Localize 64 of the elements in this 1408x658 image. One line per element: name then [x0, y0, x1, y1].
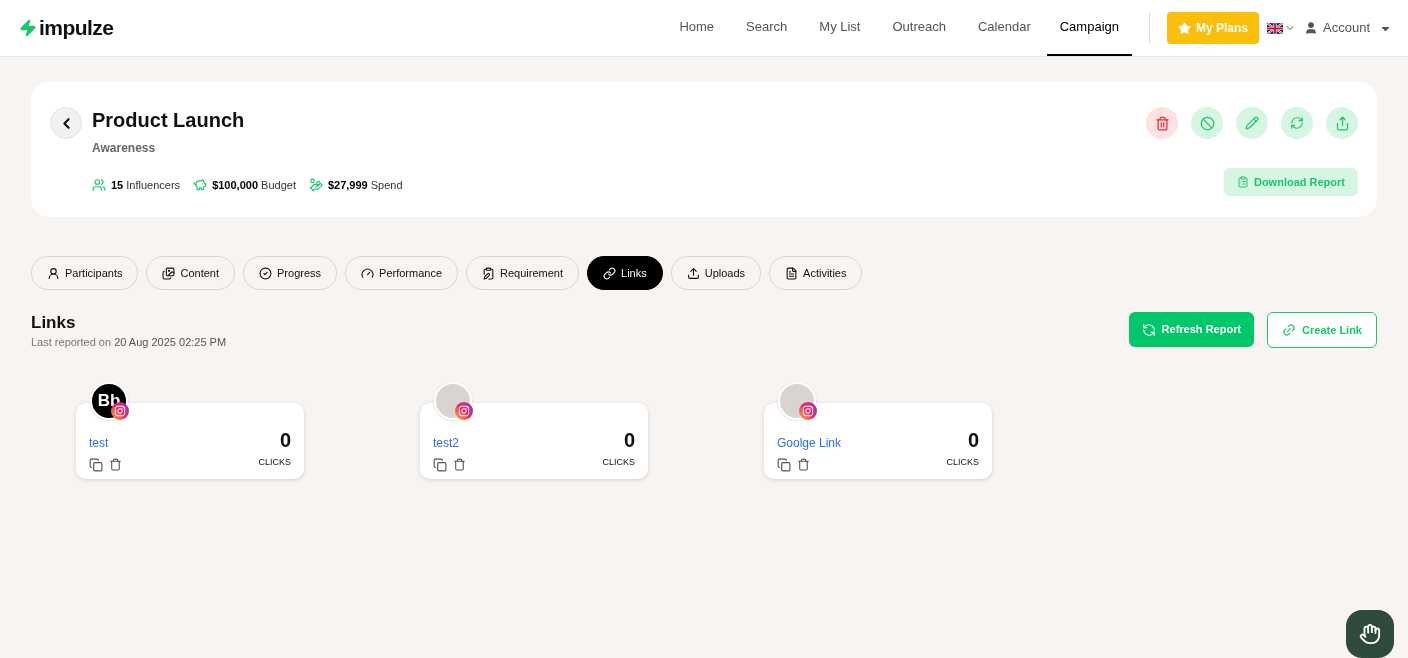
- campaign-stat: $27,999 Spend: [327, 178, 403, 193]
- nav-link[interactable]: Search: [730, 0, 804, 56]
- tab[interactable]: Content: [146, 256, 235, 290]
- copy-icon[interactable]: [433, 457, 447, 472]
- refresh-icon: [1141, 322, 1156, 337]
- gauge-icon: [361, 266, 375, 280]
- share-icon: [1334, 115, 1350, 131]
- trash-icon: [1154, 115, 1170, 131]
- images-icon: [162, 266, 176, 280]
- flag-icon: [1267, 22, 1283, 34]
- star-icon: [1178, 21, 1191, 35]
- tab[interactable]: Uploads: [670, 256, 762, 290]
- check-circle-icon: [259, 266, 272, 280]
- nav-link[interactable]: Home: [663, 0, 731, 56]
- upload-icon: [686, 266, 700, 280]
- user-icon: [1304, 21, 1318, 35]
- tab[interactable]: Activities: [769, 256, 863, 290]
- tab[interactable]: Requirement: [466, 256, 579, 290]
- delete-icon[interactable]: [453, 457, 466, 471]
- nav-link[interactable]: Outreach: [876, 0, 962, 56]
- clicks-label: CLICKS: [602, 455, 635, 469]
- delete-button[interactable]: [1146, 107, 1178, 139]
- sync-icon: [1290, 116, 1304, 130]
- edit-icon: [1245, 116, 1259, 130]
- tab[interactable]: Performance: [345, 256, 459, 290]
- click-count: 0: [279, 427, 291, 452]
- piggy-bank-icon: [193, 178, 208, 193]
- clicks-label: CLICKS: [946, 455, 979, 469]
- account-menu[interactable]: Account: [1304, 18, 1392, 38]
- people-icon: [92, 178, 106, 193]
- campaign-stat: $100,000 Budget: [212, 178, 296, 193]
- document-icon: [785, 266, 799, 280]
- hand-coins-icon: [308, 178, 323, 193]
- last-reported-text: Last reported on 20 Aug 2025 02:25 PM: [31, 335, 227, 350]
- clipboard-icon: [1236, 176, 1249, 188]
- back-button[interactable]: [50, 107, 82, 139]
- copy-icon[interactable]: [89, 457, 103, 472]
- campaign-objective: Awareness: [92, 140, 157, 157]
- ban-icon: [1199, 115, 1215, 131]
- help-chat-button[interactable]: [1346, 610, 1394, 658]
- click-count: 0: [623, 427, 635, 452]
- click-count: 0: [967, 427, 979, 452]
- copy-icon[interactable]: [777, 457, 791, 472]
- nav-link[interactable]: My List: [803, 0, 877, 56]
- logo-icon: [19, 19, 37, 37]
- language-selector[interactable]: [1267, 22, 1296, 34]
- link-name[interactable]: test: [89, 435, 109, 450]
- tab[interactable]: Progress: [243, 256, 338, 290]
- clicks-label: CLICKS: [258, 455, 291, 469]
- brand-name: impulze: [39, 15, 114, 42]
- campaign-title: Product Launch: [92, 108, 246, 133]
- tab[interactable]: Links: [587, 256, 663, 290]
- section-title: Links: [31, 312, 77, 334]
- link-icon: [603, 266, 616, 280]
- delete-icon[interactable]: [797, 457, 810, 471]
- link-name[interactable]: Goolge Link: [777, 435, 842, 450]
- delete-icon[interactable]: [109, 457, 122, 471]
- tab[interactable]: Participants: [31, 256, 139, 290]
- link-name[interactable]: test2: [433, 435, 459, 450]
- clipboard-icon: [482, 266, 496, 280]
- hand-icon: [1359, 623, 1381, 645]
- nav-link[interactable]: Campaign: [1046, 0, 1132, 56]
- nav-link[interactable]: Calendar: [961, 0, 1047, 56]
- campaign-stat: 15 Influencers: [111, 178, 181, 193]
